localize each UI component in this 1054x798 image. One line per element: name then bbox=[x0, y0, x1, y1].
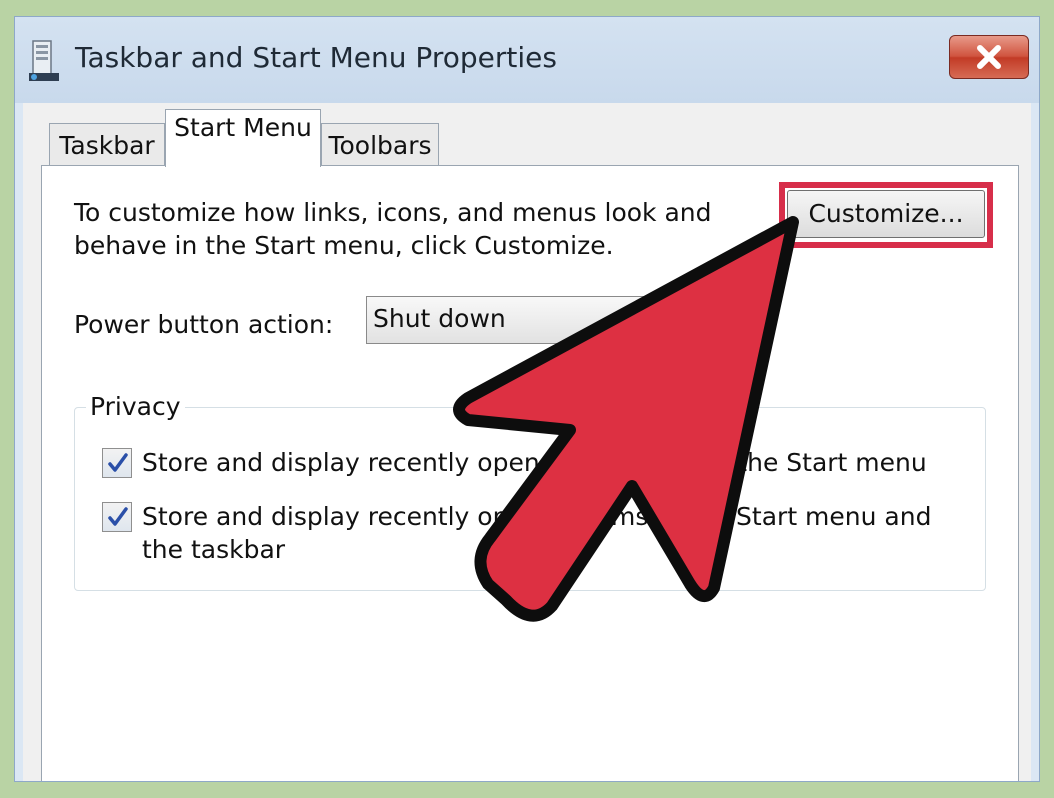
title-bar[interactable]: Taskbar and Start Menu Properties bbox=[15, 17, 1039, 103]
recent-programs-label[interactable]: Store and display recently opened progra… bbox=[142, 446, 942, 479]
tab-toolbars[interactable]: Toolbars bbox=[321, 123, 439, 167]
customize-description: To customize how links, icons, and menus… bbox=[74, 198, 712, 260]
window-title: Taskbar and Start Menu Properties bbox=[75, 41, 557, 74]
power-button-action-select[interactable]: Shut down bbox=[366, 296, 696, 344]
close-icon bbox=[977, 45, 1001, 69]
power-button-action-label: Power button action: bbox=[74, 310, 334, 339]
privacy-legend: Privacy bbox=[86, 392, 185, 421]
tab-start-menu[interactable]: Start Menu bbox=[165, 109, 321, 167]
properties-window: Taskbar and Start Menu Properties Taskba… bbox=[14, 16, 1040, 782]
taskbar-properties-icon bbox=[29, 40, 59, 81]
checkmark-icon bbox=[108, 507, 128, 526]
customize-button[interactable]: Customize... bbox=[787, 190, 985, 238]
recent-programs-checkbox[interactable] bbox=[102, 448, 132, 478]
tab-taskbar[interactable]: Taskbar bbox=[49, 123, 165, 167]
close-button[interactable] bbox=[949, 35, 1029, 79]
power-button-action-value: Shut down bbox=[373, 304, 506, 333]
recent-items-checkbox[interactable] bbox=[102, 502, 132, 532]
dialog-client-area: Taskbar Start Menu Toolbars To customize… bbox=[23, 103, 1031, 781]
checkmark-icon bbox=[108, 453, 128, 472]
recent-items-label[interactable]: Store and display recently opened items … bbox=[142, 500, 952, 566]
start-menu-tab-panel: To customize how links, icons, and menus… bbox=[41, 165, 1019, 781]
